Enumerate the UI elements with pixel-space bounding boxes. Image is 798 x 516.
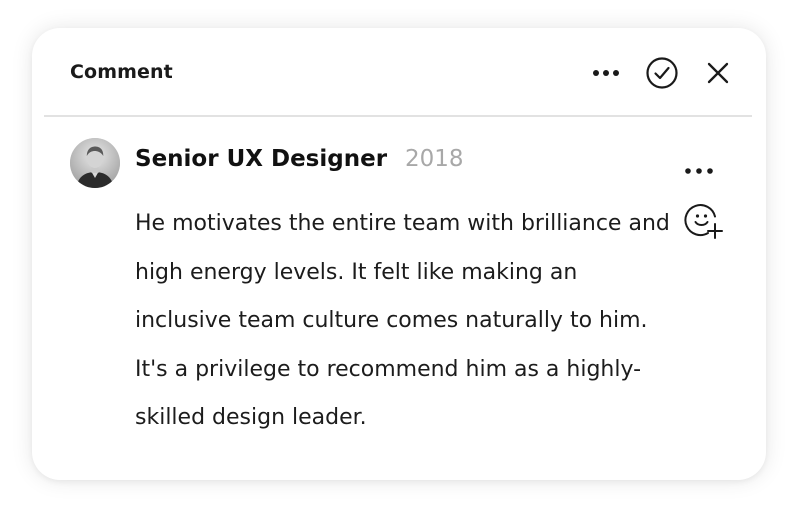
comment-author: Senior UX Designer — [135, 146, 388, 172]
comment-more-button[interactable] — [680, 156, 720, 186]
panel-title: Comment — [70, 61, 173, 83]
comment-panel: Comment Senior UX Designer 2018 He motiv… — [32, 28, 766, 480]
more-options-button[interactable] — [589, 56, 623, 90]
avatar — [70, 138, 120, 188]
add-reaction-button[interactable] — [684, 202, 726, 242]
comment-header: Comment — [32, 28, 766, 116]
add-reaction-icon — [684, 204, 723, 239]
comment-body: He motivates the entire team with brilli… — [135, 211, 670, 430]
more-horizontal-icon — [593, 70, 619, 76]
close-icon — [707, 62, 729, 84]
close-button[interactable] — [701, 56, 735, 90]
header-divider — [44, 115, 752, 117]
resolve-button[interactable] — [645, 56, 679, 90]
comment-year: 2018 — [405, 146, 464, 172]
check-circle-icon — [646, 57, 678, 89]
user-avatar-photo — [70, 138, 120, 188]
more-horizontal-icon — [685, 168, 713, 174]
